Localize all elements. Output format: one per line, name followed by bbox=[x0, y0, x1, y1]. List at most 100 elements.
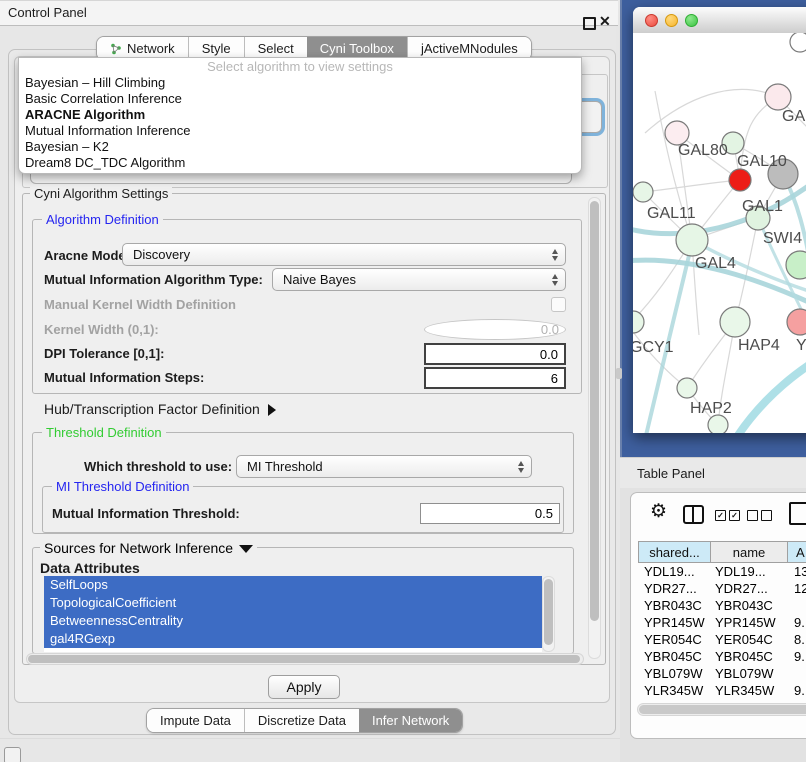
mi-steps-label: Mutual Information Steps: bbox=[44, 370, 204, 385]
network-canvas-wrap: GAL80 GAL10 GAL1 GAL11 SWI4 GAL4 GCY1 HA… bbox=[633, 33, 806, 433]
table-hscrollbar-thumb[interactable] bbox=[639, 705, 806, 714]
node-label: GAL4 bbox=[695, 255, 736, 272]
node-label: GCY1 bbox=[633, 339, 674, 356]
column-header-name[interactable]: name bbox=[711, 541, 788, 563]
network-window: GAL80 GAL10 GAL1 GAL11 SWI4 GAL4 GCY1 HA… bbox=[633, 7, 806, 433]
column-header-shared[interactable]: shared... bbox=[638, 541, 711, 563]
bottom-strip bbox=[0, 738, 620, 762]
mi-steps-field[interactable]: 6 bbox=[424, 367, 566, 389]
node-label: SWI4 bbox=[763, 230, 802, 247]
aracne-mode-combo[interactable]: Discovery bbox=[122, 243, 566, 266]
node-label: GAL80 bbox=[678, 142, 728, 159]
node-label: GAL10 bbox=[737, 153, 787, 170]
float-icon[interactable] bbox=[583, 17, 596, 30]
attributes-scrollbar[interactable] bbox=[542, 576, 555, 652]
table-panel-title: Table Panel bbox=[620, 458, 806, 481]
network-node[interactable] bbox=[765, 84, 791, 110]
panel-splitter-handle[interactable] bbox=[616, 368, 622, 379]
table-box: ⚙ ✓✓ shared... name A YDL19...YDL19...13… bbox=[630, 492, 806, 739]
network-tab-icon bbox=[110, 43, 122, 55]
which-threshold-label: Which threshold to use: bbox=[84, 459, 232, 474]
network-node-red[interactable] bbox=[729, 169, 751, 191]
attribute-item[interactable]: TopologicalCoefficient bbox=[44, 594, 542, 612]
network-node[interactable] bbox=[676, 224, 708, 256]
network-node[interactable] bbox=[720, 307, 750, 337]
control-panel-titlebar: Control Panel ✕ bbox=[0, 0, 618, 26]
dropdown-item[interactable]: Mutual Information Inference bbox=[19, 123, 581, 139]
dpi-tolerance-label: DPI Tolerance [0,1]: bbox=[44, 346, 164, 361]
table-row[interactable]: YDR27...YDR27...12 bbox=[638, 580, 806, 597]
apply-button[interactable]: Apply bbox=[268, 675, 340, 699]
network-window-titlebar bbox=[633, 7, 806, 34]
attribute-item[interactable]: SelfLoops bbox=[44, 576, 542, 594]
table-row[interactable]: YER054CYER054C8. bbox=[638, 631, 806, 648]
algorithm-definition-title: Algorithm Definition bbox=[42, 212, 163, 227]
table-row[interactable]: YBR045CYBR045C9. bbox=[638, 648, 806, 665]
settings-scrollbar[interactable] bbox=[588, 197, 601, 659]
deselect-all-icon[interactable] bbox=[747, 510, 772, 521]
mi-threshold-field[interactable]: 0.5 bbox=[420, 503, 560, 524]
stepper-icon[interactable] bbox=[552, 274, 558, 286]
dropdown-item[interactable]: Bayesian – Hill Climbing bbox=[19, 75, 581, 91]
dropdown-item-selected[interactable]: ARACNE Algorithm bbox=[19, 107, 581, 123]
zoom-traffic-icon[interactable] bbox=[685, 14, 698, 27]
network-node[interactable] bbox=[708, 415, 728, 433]
network-node[interactable] bbox=[633, 182, 653, 202]
dropdown-item[interactable]: Dream8 DC_TDC Algorithm bbox=[19, 155, 581, 171]
aracne-mode-label: Aracne Mode: bbox=[44, 248, 130, 263]
network-node[interactable] bbox=[677, 378, 697, 398]
table-row[interactable]: YLR345WYLR345W9. bbox=[638, 682, 806, 699]
tab-impute-data[interactable]: Impute Data bbox=[147, 709, 244, 732]
node-label: GAL1 bbox=[742, 198, 783, 215]
table-row[interactable]: YDL19...YDL19...13 bbox=[638, 563, 806, 580]
close-traffic-icon[interactable] bbox=[645, 14, 658, 27]
settings-hscrollbar[interactable] bbox=[26, 653, 584, 665]
node-label: HAP2 bbox=[690, 400, 732, 417]
mi-type-combo[interactable]: Naive Bayes bbox=[272, 268, 566, 291]
manual-kernel-checkbox[interactable] bbox=[551, 297, 566, 312]
which-threshold-combo[interactable]: MI Threshold bbox=[236, 455, 532, 478]
table-row[interactable]: YBR043CYBR043C bbox=[638, 597, 806, 614]
node-label: Y bbox=[796, 337, 806, 354]
export-table-icon[interactable] bbox=[789, 502, 806, 525]
table-row[interactable]: YBL079WYBL079W bbox=[638, 665, 806, 682]
settings-group-title: Cyni Algorithm Settings bbox=[30, 186, 172, 201]
kernel-width-label: Kernel Width (0,1): bbox=[44, 322, 159, 337]
column-header-third[interactable]: A bbox=[788, 541, 806, 563]
table-rows: YDL19...YDL19...13 YDR27...YDR27...12 YB… bbox=[638, 563, 806, 703]
stepper-icon[interactable] bbox=[552, 249, 558, 261]
dropdown-placeholder: Select algorithm to view settings bbox=[19, 58, 581, 75]
attribute-item[interactable]: BetweennessCentrality bbox=[44, 612, 542, 630]
network-node[interactable] bbox=[633, 311, 644, 333]
columns-icon[interactable] bbox=[683, 505, 704, 524]
table-panel-titlebar: Table Panel bbox=[620, 457, 806, 489]
network-node[interactable] bbox=[787, 309, 806, 335]
tab-network-label: Network bbox=[127, 41, 175, 56]
network-node[interactable] bbox=[786, 251, 806, 279]
minimize-traffic-icon[interactable] bbox=[665, 14, 678, 27]
settings-hscrollbar-thumb[interactable] bbox=[28, 655, 580, 663]
tab-infer-network[interactable]: Infer Network bbox=[359, 709, 462, 732]
table-hscrollbar[interactable] bbox=[637, 703, 806, 716]
stepper-icon[interactable] bbox=[518, 461, 524, 473]
hub-section-toggle[interactable]: Hub/Transcription Factor Definition bbox=[44, 401, 276, 417]
kernel-width-field[interactable]: 0.0 bbox=[424, 319, 566, 340]
dpi-tolerance-field[interactable]: 0.0 bbox=[424, 343, 566, 365]
network-node[interactable] bbox=[790, 33, 806, 52]
data-attributes-label: Data Attributes bbox=[40, 560, 140, 576]
network-canvas[interactable]: GAL80 GAL10 GAL1 GAL11 SWI4 GAL4 GCY1 HA… bbox=[633, 33, 806, 433]
select-all-icon[interactable]: ✓✓ bbox=[715, 510, 740, 521]
algorithm-dropdown-popup: Select algorithm to view settings Bayesi… bbox=[18, 57, 582, 174]
close-icon[interactable]: ✕ bbox=[599, 14, 611, 28]
dropdown-item[interactable]: Basic Correlation Inference bbox=[19, 91, 581, 107]
panel-dock-icon[interactable] bbox=[4, 747, 21, 762]
gear-icon[interactable]: ⚙ bbox=[650, 502, 667, 522]
tab-discretize-data[interactable]: Discretize Data bbox=[244, 709, 359, 732]
table-row[interactable]: YPR145WYPR145W9. bbox=[638, 614, 806, 631]
sources-group-toggle[interactable]: Sources for Network Inference bbox=[40, 540, 257, 556]
dropdown-item[interactable]: Bayesian – K2 bbox=[19, 139, 581, 155]
attribute-item[interactable]: gal4RGexp bbox=[44, 630, 542, 648]
settings-scrollbar-thumb[interactable] bbox=[590, 201, 599, 621]
control-panel-title: Control Panel bbox=[8, 5, 87, 20]
attributes-scrollbar-thumb[interactable] bbox=[544, 579, 553, 645]
